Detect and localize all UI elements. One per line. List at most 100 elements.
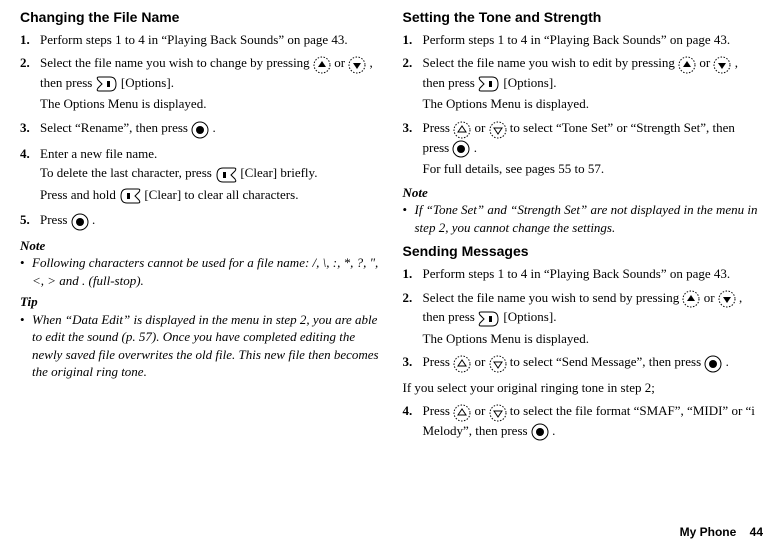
softkey-icon [478, 309, 500, 328]
up-outline-icon [453, 403, 471, 422]
tip-label: Tip [20, 293, 381, 311]
step-number: 1. [20, 31, 40, 49]
bullet: • [20, 311, 32, 381]
text: [Options]. [503, 309, 556, 324]
text: Select the file name you wish to send by… [423, 290, 683, 305]
text: [Options]. [503, 75, 556, 90]
text: or [699, 55, 713, 70]
step-4: 4. Enter a new file name. To delete the … [20, 145, 381, 206]
text: [Clear] to clear all characters. [144, 187, 298, 202]
step-2: 2. Select the file name you wish to send… [403, 289, 764, 348]
step-2: 2. Select the file name you wish to chan… [20, 54, 381, 113]
step-3: 3. Select “Rename”, then press . [20, 119, 381, 139]
step-number: 3. [403, 353, 423, 373]
text: . [552, 423, 555, 438]
step-1: 1. Perform steps 1 to 4 in “Playing Back… [20, 31, 381, 49]
tip-text: When “Data Edit” is displayed in the men… [32, 311, 381, 381]
center-icon [71, 212, 89, 231]
note-item: • If “Tone Set” and “Strength Set” are n… [403, 201, 764, 236]
up-outline-icon [453, 354, 471, 373]
if-line: If you select your original ringing tone… [403, 379, 764, 397]
footer-page: 44 [750, 525, 763, 539]
text: . [213, 120, 216, 135]
text: [Clear] briefly. [240, 165, 317, 180]
up-icon [682, 289, 700, 308]
step-text: Perform steps 1 to 4 in “Playing Back So… [423, 265, 764, 283]
text: Select the file name you wish to edit by… [423, 55, 679, 70]
text: . [92, 212, 95, 227]
text: To delete the last character, press [40, 165, 215, 180]
step-number: 4. [403, 402, 423, 441]
heading-sending-messages: Sending Messages [403, 242, 764, 261]
sub-text: For full details, see pages 55 to 57. [423, 160, 764, 178]
text: or [334, 55, 348, 70]
center-icon [452, 139, 470, 158]
heading-changing-file-name: Changing the File Name [20, 8, 381, 27]
text: or [704, 290, 718, 305]
step-number: 5. [20, 211, 40, 231]
bullet: • [403, 201, 415, 236]
center-icon [704, 354, 722, 373]
down-icon [718, 289, 736, 308]
text: Select “Rename”, then press [40, 120, 191, 135]
sub-text: To delete the last character, press [Cle… [40, 164, 381, 184]
step-1: 1. Perform steps 1 to 4 in “Playing Back… [403, 31, 764, 49]
heading-tone-strength: Setting the Tone and Strength [403, 8, 764, 27]
step-text: Press or to select “Send Message”, then … [423, 353, 764, 373]
down-icon [713, 55, 731, 74]
text: or [474, 120, 488, 135]
step-text: Select the file name you wish to edit by… [423, 54, 764, 113]
center-icon [531, 422, 549, 441]
text: . [726, 354, 729, 369]
page-footer: My Phone 44 [0, 524, 783, 540]
down-icon [348, 55, 366, 74]
footer-label: My Phone [680, 525, 737, 539]
step-number: 1. [403, 265, 423, 283]
softkey-icon [478, 74, 500, 93]
step-3: 3. Press or to select “Tone Set” or “Str… [403, 119, 764, 178]
left-column: Changing the File Name 1. Perform steps … [20, 8, 381, 518]
step-text: Press or to select the file format “SMAF… [423, 402, 764, 441]
step-5: 5. Press . [20, 211, 381, 231]
step-text: Select the file name you wish to send by… [423, 289, 764, 348]
softkey-icon [96, 74, 118, 93]
down-outline-icon [489, 354, 507, 373]
note-label: Note [20, 237, 381, 255]
text: Press [40, 212, 71, 227]
step-2: 2. Select the file name you wish to edit… [403, 54, 764, 113]
step-text: Select the file name you wish to change … [40, 54, 381, 113]
step-text: Perform steps 1 to 4 in “Playing Back So… [40, 31, 381, 49]
text: Enter a new file name. [40, 146, 157, 161]
center-icon [191, 120, 209, 139]
softkey-left-icon [215, 165, 237, 184]
step-1: 1. Perform steps 1 to 4 in “Playing Back… [403, 265, 764, 283]
text: . [474, 140, 477, 155]
softkey-left-icon [119, 186, 141, 205]
step-number: 3. [403, 119, 423, 178]
text: Press [423, 403, 454, 418]
step-text: Press or to select “Tone Set” or “Streng… [423, 119, 764, 178]
text: or [474, 403, 488, 418]
text: Press [423, 120, 454, 135]
step-number: 1. [403, 31, 423, 49]
sub-text: The Options Menu is displayed. [423, 330, 764, 348]
step-number: 3. [20, 119, 40, 139]
up-icon [678, 55, 696, 74]
text: to select “Send Message”, then press [510, 354, 705, 369]
sub-text: The Options Menu is displayed. [40, 95, 381, 113]
step-text: Enter a new file name. To delete the las… [40, 145, 381, 206]
text: Select the file name you wish to change … [40, 55, 313, 70]
step-text: Select “Rename”, then press . [40, 119, 381, 139]
text: Press and hold [40, 187, 119, 202]
up-outline-icon [453, 120, 471, 139]
text: or [474, 354, 488, 369]
text: to select the file format “SMAF”, “MIDI”… [423, 403, 755, 438]
page-body: Changing the File Name 1. Perform steps … [0, 0, 783, 524]
sub-text: The Options Menu is displayed. [423, 95, 764, 113]
right-column: Setting the Tone and Strength 1. Perform… [403, 8, 764, 518]
step-4: 4. Press or to select the file format “S… [403, 402, 764, 441]
step-number: 2. [403, 54, 423, 113]
step-text: Press . [40, 211, 381, 231]
tip-item: • When “Data Edit” is displayed in the m… [20, 311, 381, 381]
up-icon [313, 55, 331, 74]
